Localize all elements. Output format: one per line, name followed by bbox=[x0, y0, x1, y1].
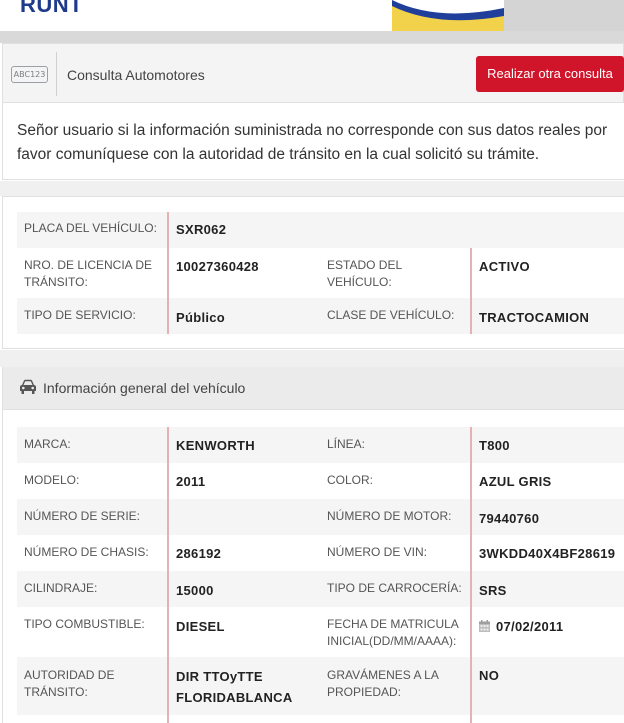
placa-value: SXR062 bbox=[176, 222, 227, 237]
vin-label: NÚMERO DE VIN: bbox=[327, 545, 428, 559]
field-divider bbox=[167, 248, 169, 298]
cilindraje-value: 15000 bbox=[176, 583, 214, 598]
marca-label: MARCA: bbox=[24, 437, 71, 451]
info-row-serie: NÚMERO DE SERIE: NÚMERO DE MOTOR: 794407… bbox=[17, 499, 624, 535]
field-divider bbox=[470, 248, 472, 298]
matricula-value: 07/02/2011 bbox=[496, 619, 564, 634]
notice-text: Señor usuario si la información suminist… bbox=[17, 122, 608, 163]
info-row-marca: MARCA: KENWORTH LÍNEA: T800 bbox=[17, 427, 624, 463]
servicio-label: TIPO DE SERVICIO: bbox=[24, 308, 136, 322]
clase-value: TRACTOCAMION bbox=[479, 310, 590, 325]
header-divider bbox=[56, 52, 57, 96]
field-divider bbox=[470, 499, 472, 535]
calendar-icon bbox=[479, 620, 490, 632]
field-divider bbox=[470, 657, 472, 715]
info-row-next bbox=[17, 715, 624, 723]
gravamenes-label: GRAVÁMENES A LA PROPIEDAD: bbox=[327, 668, 439, 699]
chasis-value: 286192 bbox=[176, 546, 222, 561]
combustible-value: DIESEL bbox=[176, 619, 225, 634]
section-gap bbox=[0, 350, 624, 367]
chasis-label: NÚMERO DE CHASIS: bbox=[24, 545, 149, 559]
modelo-label: MODELO: bbox=[24, 473, 80, 487]
modelo-value: 2011 bbox=[176, 474, 206, 489]
cilindraje-label: CILINDRAJE: bbox=[24, 581, 98, 595]
field-divider bbox=[470, 298, 472, 334]
info-row-combustible: TIPO COMBUSTIBLE: DIESEL FECHA DE MATRIC… bbox=[17, 607, 624, 657]
marca-value: KENWORTH bbox=[176, 438, 255, 453]
licencia-label: NRO. DE LICENCIA DE TRÁNSITO: bbox=[24, 258, 153, 289]
field-divider bbox=[470, 535, 472, 571]
autoridad-label: AUTORIDAD DE TRÁNSITO: bbox=[24, 668, 115, 699]
field-divider bbox=[470, 427, 472, 463]
field-divider bbox=[167, 535, 169, 571]
summary-card: PLACA DEL VEHÍCULO: SXR062 NRO. DE LICEN… bbox=[2, 196, 624, 349]
license-plate-icon: ABC123 bbox=[11, 66, 48, 83]
field-divider bbox=[470, 571, 472, 607]
linea-label: LÍNEA: bbox=[327, 437, 366, 451]
new-query-button[interactable]: Realizar otra consulta bbox=[476, 56, 624, 92]
info-row-modelo: MODELO: 2011 COLOR: AZUL GRIS bbox=[17, 463, 624, 499]
gravamenes-value: NO bbox=[479, 668, 500, 683]
field-divider bbox=[167, 571, 169, 607]
banner-gray-area bbox=[504, 0, 624, 31]
summary-row-licencia: NRO. DE LICENCIA DE TRÁNSITO: 1002736042… bbox=[17, 248, 624, 298]
matricula-date: 07/02/2011 bbox=[479, 617, 563, 637]
field-divider bbox=[167, 715, 169, 723]
field-divider bbox=[470, 607, 472, 657]
estado-label: ESTADO DEL VEHÍCULO: bbox=[327, 258, 402, 289]
autoridad-value: DIR TTOyTTE FLORIDABLANCA bbox=[176, 669, 293, 705]
info-row-chasis: NÚMERO DE CHASIS: 286192 NÚMERO DE VIN: … bbox=[17, 535, 624, 571]
motor-label: NÚMERO DE MOTOR: bbox=[327, 509, 452, 523]
info-row-autoridad: AUTORIDAD DE TRÁNSITO: DIR TTOyTTE FLORI… bbox=[17, 657, 624, 715]
brand-swoosh-graphic bbox=[392, 0, 504, 31]
field-divider bbox=[167, 298, 169, 334]
vin-value: 3WKDD40X4BF28619 bbox=[479, 546, 616, 561]
servicio-value: Público bbox=[176, 310, 226, 325]
field-divider bbox=[167, 463, 169, 499]
field-divider bbox=[167, 427, 169, 463]
field-divider bbox=[167, 607, 169, 657]
general-info-header[interactable]: Información general del vehículo bbox=[2, 367, 624, 409]
licencia-value: 10027360428 bbox=[176, 259, 259, 274]
car-icon bbox=[20, 379, 36, 394]
runt-logo: RUNT bbox=[20, 0, 84, 17]
serie-label: NÚMERO DE SERIE: bbox=[24, 509, 141, 523]
matricula-label: FECHA DE MATRICULA INICIAL(DD/MM/AAAA): bbox=[327, 617, 459, 648]
summary-row-servicio: TIPO DE SERVICIO: Público CLASE DE VEHÍC… bbox=[17, 298, 624, 334]
query-header: ABC123 Consulta Automotores Realizar otr… bbox=[2, 43, 624, 103]
field-divider bbox=[167, 499, 169, 535]
field-divider bbox=[470, 715, 472, 723]
motor-value: 79440760 bbox=[479, 511, 540, 526]
top-banner: RUNT bbox=[0, 0, 624, 31]
general-info-card: MARCA: KENWORTH LÍNEA: T800 MODELO: 2011… bbox=[2, 409, 624, 723]
banner-separator bbox=[0, 31, 624, 43]
placa-label: PLACA DEL VEHÍCULO: bbox=[24, 221, 157, 235]
color-label: COLOR: bbox=[327, 473, 374, 487]
notice-panel: Señor usuario si la información suminist… bbox=[2, 103, 624, 180]
general-info-title: Información general del vehículo bbox=[43, 380, 246, 396]
field-divider bbox=[167, 657, 169, 715]
carroceria-label: TIPO DE CARROCERÍA: bbox=[327, 581, 462, 595]
combustible-label: TIPO COMBUSTIBLE: bbox=[24, 617, 145, 631]
summary-row-placa: PLACA DEL VEHÍCULO: SXR062 bbox=[17, 212, 624, 248]
carroceria-value: SRS bbox=[479, 583, 507, 598]
section-gap bbox=[0, 181, 624, 196]
field-divider bbox=[470, 463, 472, 499]
page-title: Consulta Automotores bbox=[67, 67, 205, 83]
field-divider bbox=[167, 212, 169, 248]
linea-value: T800 bbox=[479, 438, 510, 453]
clase-label: CLASE DE VEHÍCULO: bbox=[327, 308, 455, 322]
color-value: AZUL GRIS bbox=[479, 474, 552, 489]
estado-value: ACTIVO bbox=[479, 259, 530, 274]
info-row-cilindraje: CILINDRAJE: 15000 TIPO DE CARROCERÍA: SR… bbox=[17, 571, 624, 607]
card-padding bbox=[3, 410, 624, 427]
